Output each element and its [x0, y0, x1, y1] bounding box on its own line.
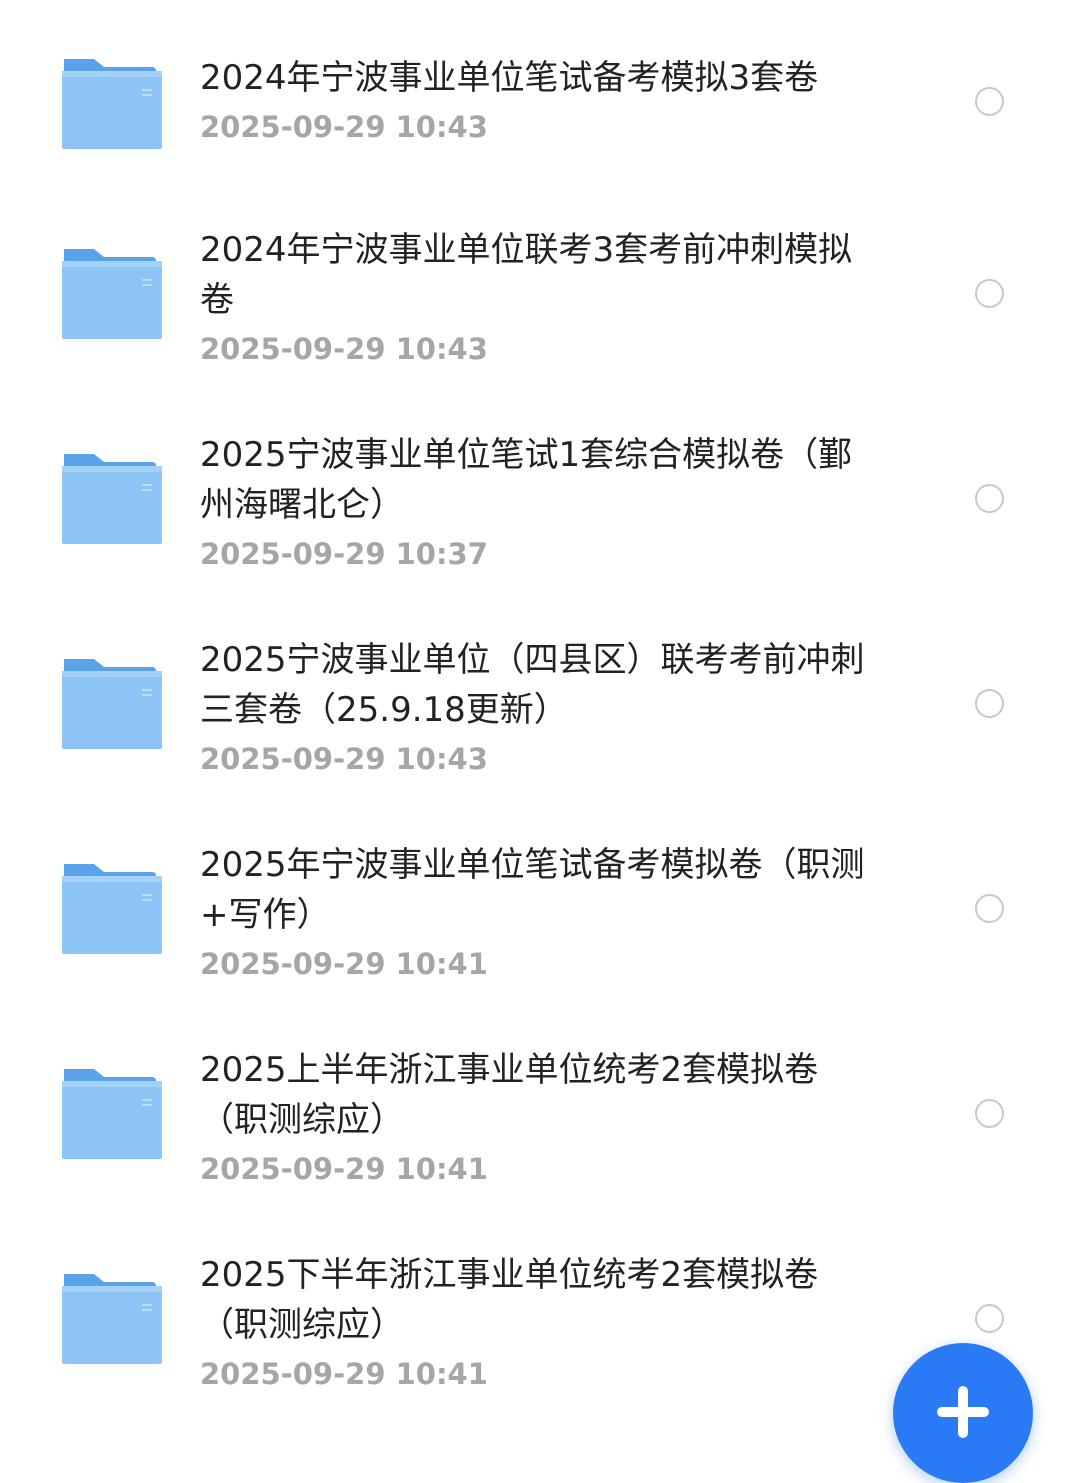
select-radio[interactable]: [975, 87, 1004, 116]
file-name: 2025年宁波事业单位笔试备考模拟卷（职测+写作）: [200, 845, 865, 935]
folder-icon: [60, 452, 162, 544]
file-date: 2025-09-29 10:41: [200, 947, 488, 981]
file-list: 2024年宁波事业单位笔试备考模拟3套卷 2025-09-29 10:43 20…: [0, 0, 1080, 1440]
file-date: 2025-09-29 10:43: [200, 110, 488, 144]
file-name: 2024年宁波事业单位联考3套考前冲刺模拟卷: [200, 230, 853, 320]
select-radio[interactable]: [975, 279, 1004, 308]
file-text: 2025年宁波事业单位笔试备考模拟卷（职测+写作） 2025-09-29 10:…: [200, 840, 865, 984]
file-row[interactable]: 2025宁波事业单位笔试1套综合模拟卷（鄞州海曙北仑） 2025-09-29 1…: [0, 435, 1080, 645]
file-date: 2025-09-29 10:37: [200, 537, 488, 571]
file-text: 2025下半年浙江事业单位统考2套模拟卷（职测综应） 2025-09-29 10…: [200, 1250, 865, 1394]
select-radio[interactable]: [975, 1099, 1004, 1128]
file-date: 2025-09-29 10:43: [200, 742, 488, 776]
add-button[interactable]: [893, 1343, 1033, 1483]
file-name: 2025下半年浙江事业单位统考2套模拟卷（职测综应）: [200, 1255, 819, 1345]
file-text: 2024年宁波事业单位联考3套考前冲刺模拟卷 2025-09-29 10:43: [200, 225, 865, 369]
folder-icon: [60, 247, 162, 339]
file-text: 2024年宁波事业单位笔试备考模拟3套卷 2025-09-29 10:43: [200, 53, 865, 147]
select-radio[interactable]: [975, 1304, 1004, 1333]
folder-icon: [60, 1272, 162, 1364]
file-text: 2025宁波事业单位（四县区）联考考前冲刺三套卷（25.9.18更新） 2025…: [200, 635, 865, 779]
folder-icon: [60, 862, 162, 954]
file-text: 2025宁波事业单位笔试1套综合模拟卷（鄞州海曙北仑） 2025-09-29 1…: [200, 430, 865, 574]
file-row[interactable]: 2025上半年浙江事业单位统考2套模拟卷（职测综应） 2025-09-29 10…: [0, 1050, 1080, 1260]
file-row[interactable]: 2024年宁波事业单位联考3套考前冲刺模拟卷 2025-09-29 10:43: [0, 230, 1080, 440]
plus-icon-stroke: [958, 1386, 968, 1438]
select-radio[interactable]: [975, 484, 1004, 513]
file-name: 2024年宁波事业单位笔试备考模拟3套卷: [200, 58, 819, 98]
file-date: 2025-09-29 10:43: [200, 332, 488, 366]
file-text: 2025上半年浙江事业单位统考2套模拟卷（职测综应） 2025-09-29 10…: [200, 1045, 865, 1189]
file-row[interactable]: 2024年宁波事业单位笔试备考模拟3套卷 2025-09-29 10:43: [0, 45, 1080, 250]
select-radio[interactable]: [975, 689, 1004, 718]
folder-icon: [60, 657, 162, 749]
folder-icon: [60, 1067, 162, 1159]
file-name: 2025上半年浙江事业单位统考2套模拟卷（职测综应）: [200, 1050, 819, 1140]
file-row[interactable]: 2025年宁波事业单位笔试备考模拟卷（职测+写作） 2025-09-29 10:…: [0, 845, 1080, 1055]
file-name: 2025宁波事业单位（四县区）联考考前冲刺三套卷（25.9.18更新）: [200, 640, 865, 730]
select-radio[interactable]: [975, 894, 1004, 923]
folder-icon: [60, 57, 162, 149]
file-name: 2025宁波事业单位笔试1套综合模拟卷（鄞州海曙北仑）: [200, 435, 853, 525]
file-date: 2025-09-29 10:41: [200, 1152, 488, 1186]
file-row[interactable]: 2025宁波事业单位（四县区）联考考前冲刺三套卷（25.9.18更新） 2025…: [0, 640, 1080, 850]
file-date: 2025-09-29 10:41: [200, 1357, 488, 1391]
